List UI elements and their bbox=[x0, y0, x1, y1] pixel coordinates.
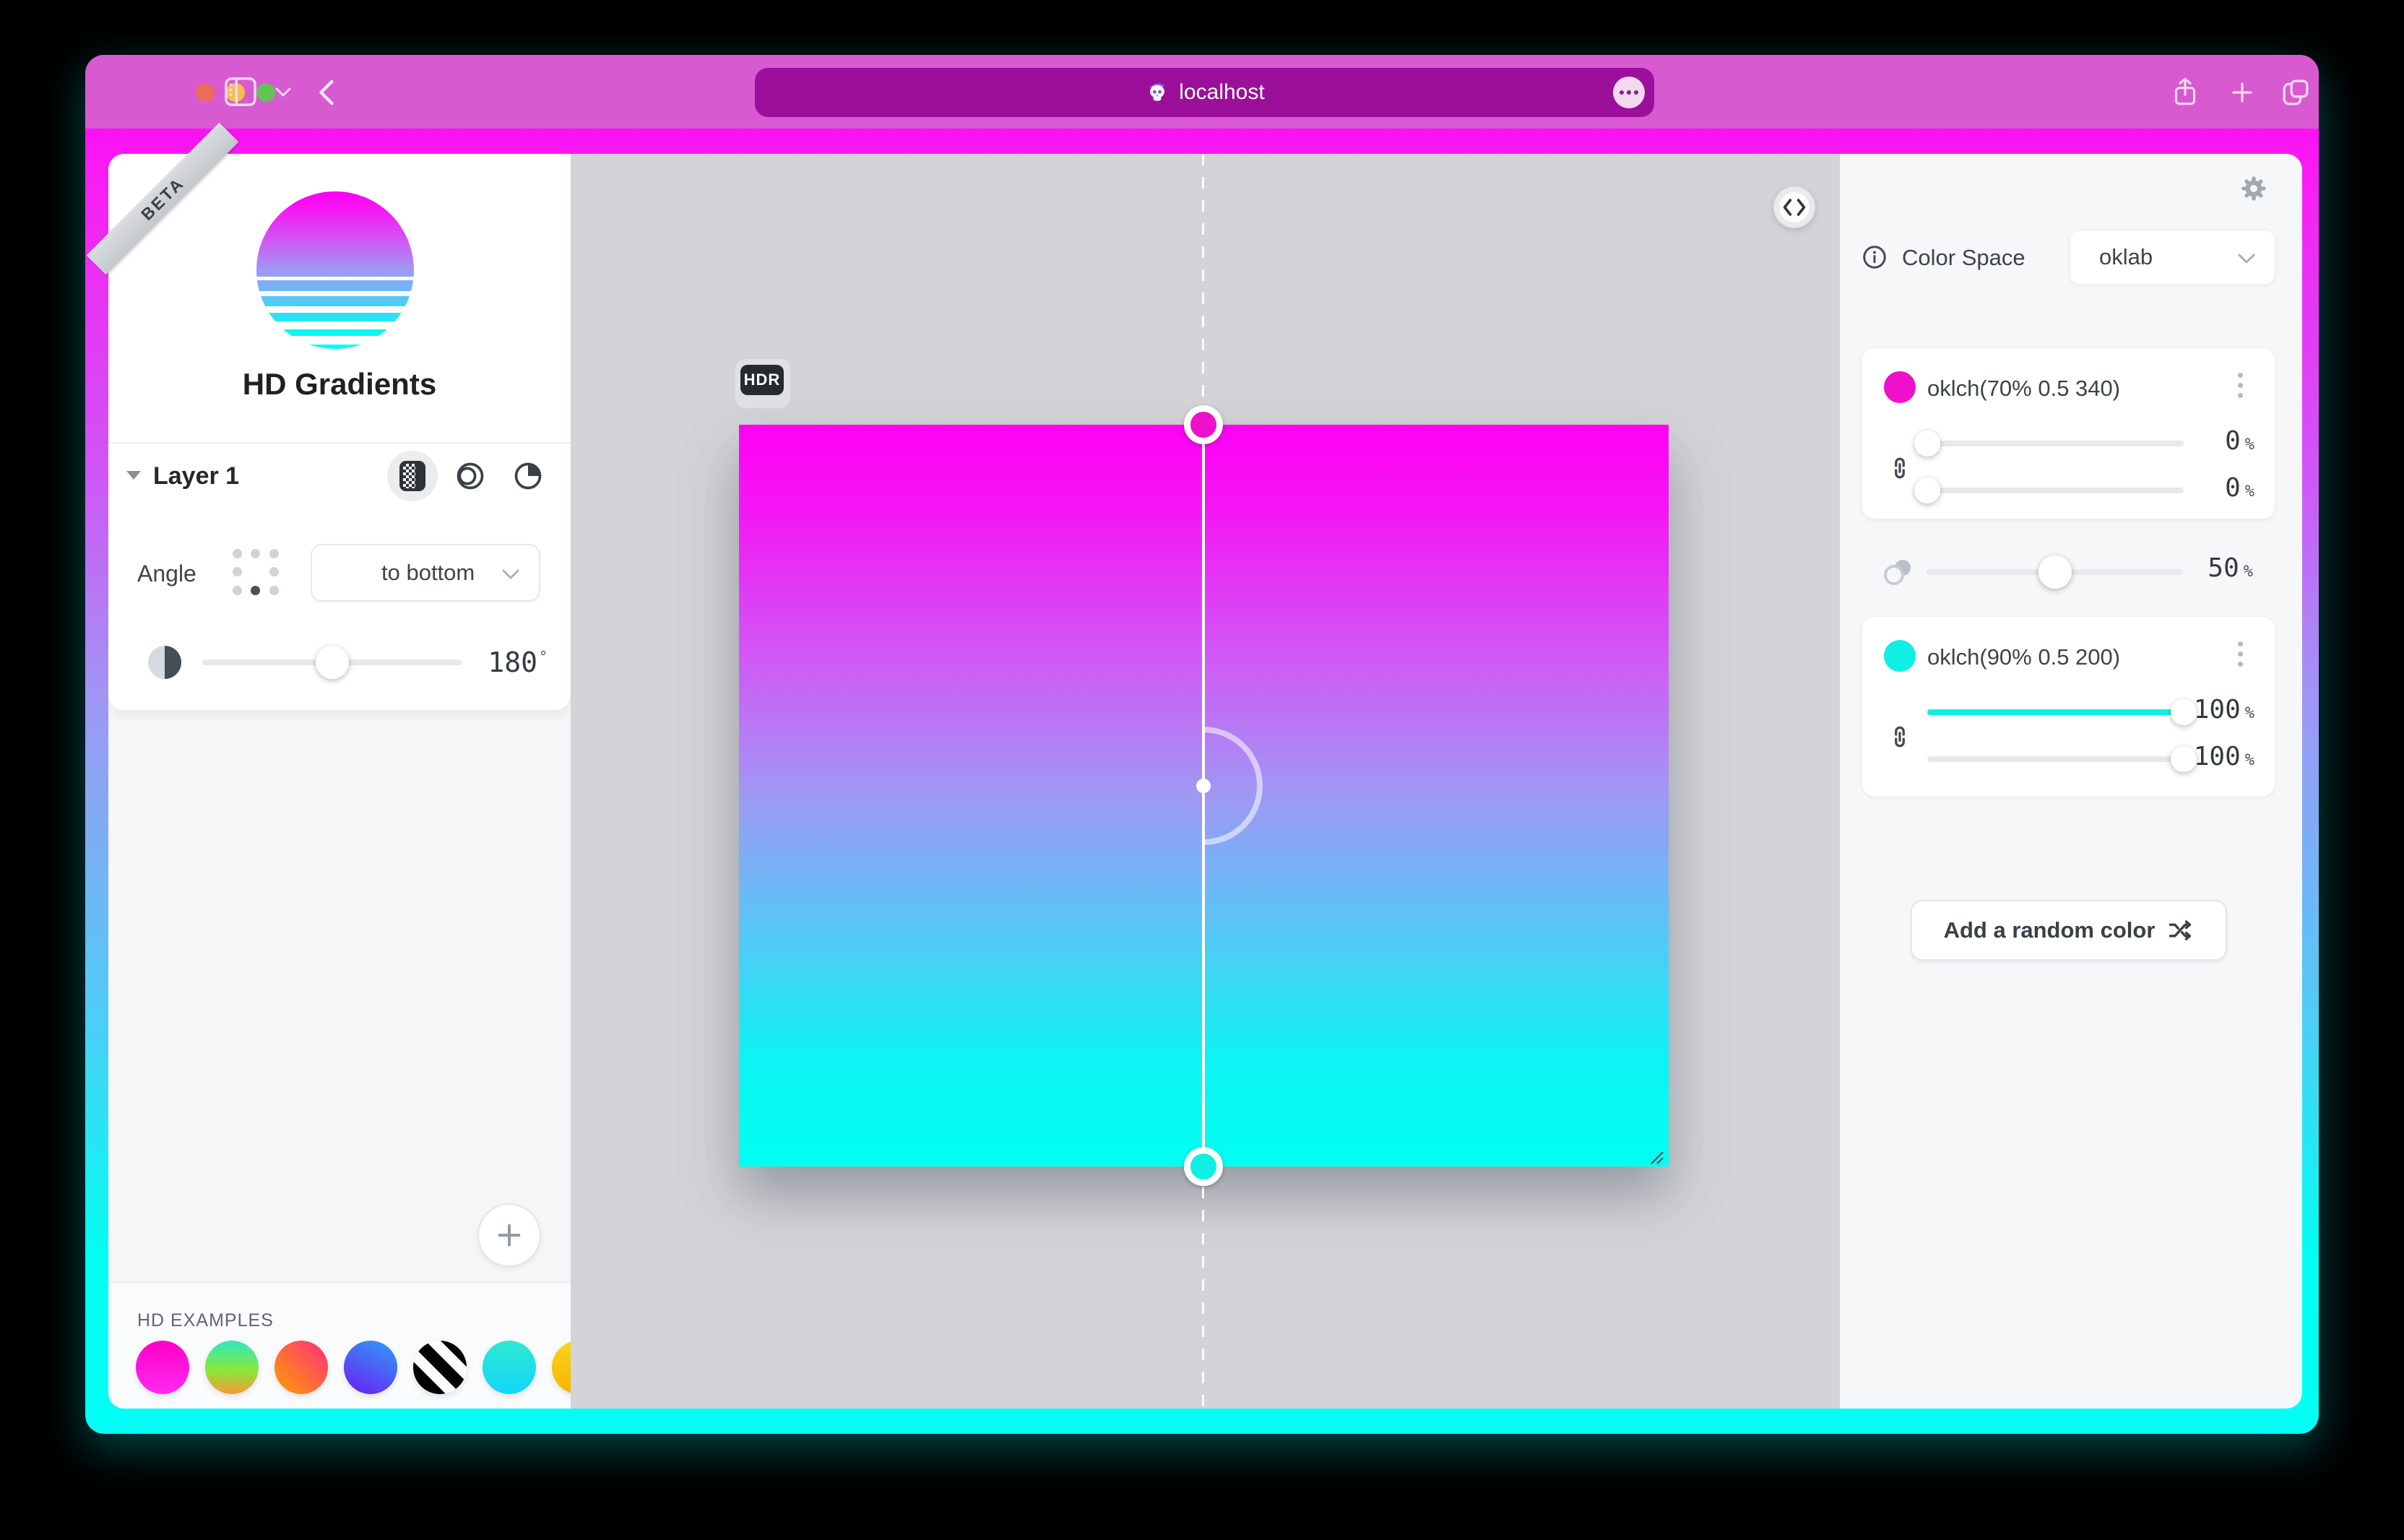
plus-icon bbox=[495, 1221, 524, 1250]
param-value: 100% bbox=[2146, 695, 2254, 724]
url-text: localhost bbox=[1179, 80, 1264, 105]
chevron-down-icon bbox=[501, 560, 520, 586]
angle-controls: Angle to bottom 180° bbox=[108, 513, 571, 710]
param-value: 0% bbox=[2146, 473, 2254, 503]
radial-gradient-icon bbox=[454, 460, 486, 492]
resize-handle-icon[interactable] bbox=[1648, 1149, 1666, 1170]
share-icon[interactable] bbox=[2171, 77, 2199, 112]
example-chip-cyan[interactable] bbox=[483, 1341, 536, 1394]
color-stop-label: oklch(70% 0.5 340) bbox=[1927, 376, 2120, 402]
hd-examples-label: HD EXAMPLES bbox=[137, 1310, 274, 1331]
link-icon[interactable] bbox=[1887, 722, 1913, 755]
gear-icon[interactable] bbox=[2239, 174, 2268, 207]
chevron-down-icon bbox=[2237, 244, 2256, 270]
gradient-type-conic-button[interactable] bbox=[503, 451, 553, 501]
sidebar-toggle-icon[interactable] bbox=[224, 77, 257, 111]
param-slider[interactable] bbox=[1927, 441, 2184, 446]
add-random-color-button[interactable]: Add a random color bbox=[1911, 900, 2227, 961]
example-chip-blue-purple[interactable] bbox=[344, 1341, 397, 1394]
param-slider[interactable] bbox=[1927, 709, 2184, 715]
slider-thumb[interactable] bbox=[1914, 477, 1940, 503]
chevron-down-icon[interactable] bbox=[274, 87, 292, 102]
color-panel: Color Space oklab oklch(70% 0.5 340) bbox=[1840, 154, 2302, 1409]
app-content: HD Gradients Layer 1 bbox=[108, 154, 2302, 1409]
param-value: 0% bbox=[2146, 426, 2254, 456]
hdr-badge: HDR bbox=[740, 365, 784, 395]
direction-value: to bottom bbox=[381, 560, 475, 586]
color-swatch[interactable] bbox=[1884, 640, 1916, 672]
color-swatch[interactable] bbox=[1884, 371, 1916, 403]
show-code-button[interactable] bbox=[1773, 186, 1815, 228]
sidebar: HD Gradients Layer 1 bbox=[108, 154, 571, 1409]
layer-row[interactable]: Layer 1 bbox=[108, 444, 571, 513]
extension-ellipsis-icon[interactable] bbox=[1613, 77, 1645, 108]
param-slider[interactable] bbox=[1927, 756, 2184, 762]
code-icon bbox=[1782, 196, 1807, 218]
kebab-menu-icon[interactable] bbox=[2238, 641, 2243, 667]
canvas: HDR bbox=[571, 154, 1840, 1409]
example-chip-bw-stripes[interactable] bbox=[413, 1341, 467, 1394]
gradient-stop-handle-start[interactable] bbox=[1184, 405, 1223, 444]
gradient-center-handle[interactable] bbox=[1196, 779, 1211, 793]
direction-select[interactable]: to bottom bbox=[311, 544, 540, 602]
slider-thumb[interactable] bbox=[1914, 431, 1940, 457]
browser-titlebar: localhost bbox=[85, 55, 2319, 129]
gradient-type-linear-button[interactable] bbox=[387, 451, 438, 501]
gradient-stop-handle-end[interactable] bbox=[1184, 1147, 1223, 1186]
app-logo-sun-icon bbox=[256, 191, 414, 349]
hd-examples-section: HD EXAMPLES bbox=[108, 1281, 571, 1409]
favicon-skull-icon bbox=[1144, 78, 1170, 108]
example-chip-pink-orange[interactable] bbox=[274, 1341, 328, 1394]
angle-half-circle-icon bbox=[148, 646, 181, 679]
color-stop-label: oklch(90% 0.5 200) bbox=[1927, 644, 2120, 670]
angle-slider-thumb[interactable] bbox=[316, 646, 349, 679]
param-value: 100% bbox=[2146, 742, 2254, 771]
add-layer-button[interactable] bbox=[477, 1203, 541, 1267]
linear-gradient-icon bbox=[399, 461, 425, 491]
example-chip-magenta[interactable] bbox=[136, 1341, 189, 1394]
color-space-value: oklab bbox=[2099, 244, 2153, 270]
example-chip-green[interactable] bbox=[205, 1341, 259, 1394]
color-space-select[interactable]: oklab bbox=[2070, 230, 2275, 285]
gradient-axis-dashed-top bbox=[1202, 154, 1204, 425]
color-stop-card: oklch(90% 0.5 200) 100% bbox=[1862, 616, 2275, 797]
info-icon[interactable] bbox=[1862, 244, 1888, 274]
gradient-axis-dashed-bottom bbox=[1202, 1187, 1204, 1409]
conic-gradient-icon bbox=[512, 460, 544, 492]
gradient-type-radial-button[interactable] bbox=[445, 451, 496, 501]
kebab-menu-icon[interactable] bbox=[2238, 373, 2243, 398]
midpoint-value: 50% bbox=[2152, 553, 2253, 583]
direction-dot-grid[interactable] bbox=[233, 549, 280, 597]
midpoint-slider-thumb[interactable] bbox=[2038, 555, 2072, 589]
back-icon[interactable] bbox=[315, 78, 337, 111]
midpoint-slider[interactable] bbox=[1927, 569, 2183, 575]
shuffle-icon bbox=[2166, 918, 2194, 943]
angle-slider[interactable] bbox=[202, 659, 462, 665]
traffic-light-close[interactable] bbox=[196, 83, 215, 102]
new-tab-icon[interactable] bbox=[2229, 79, 2255, 109]
disclosure-triangle-icon[interactable] bbox=[126, 471, 141, 480]
param-slider[interactable] bbox=[1927, 488, 2184, 493]
app-title: HD Gradients bbox=[108, 367, 571, 402]
traffic-light-zoom[interactable] bbox=[256, 83, 275, 102]
tab-overview-icon[interactable] bbox=[2281, 78, 2310, 111]
midpoint-icon bbox=[1880, 556, 1915, 592]
color-space-label: Color Space bbox=[1902, 245, 2025, 271]
angle-label: Angle bbox=[137, 561, 196, 587]
layer-name: Layer 1 bbox=[153, 462, 239, 490]
color-stop-card: oklch(70% 0.5 340) 0% 0% bbox=[1862, 347, 2275, 519]
url-bar[interactable]: localhost bbox=[755, 68, 1654, 117]
link-icon[interactable] bbox=[1887, 454, 1913, 486]
browser-window: localhost BETA bbox=[85, 55, 2319, 1434]
angle-value: 180° bbox=[464, 646, 548, 678]
